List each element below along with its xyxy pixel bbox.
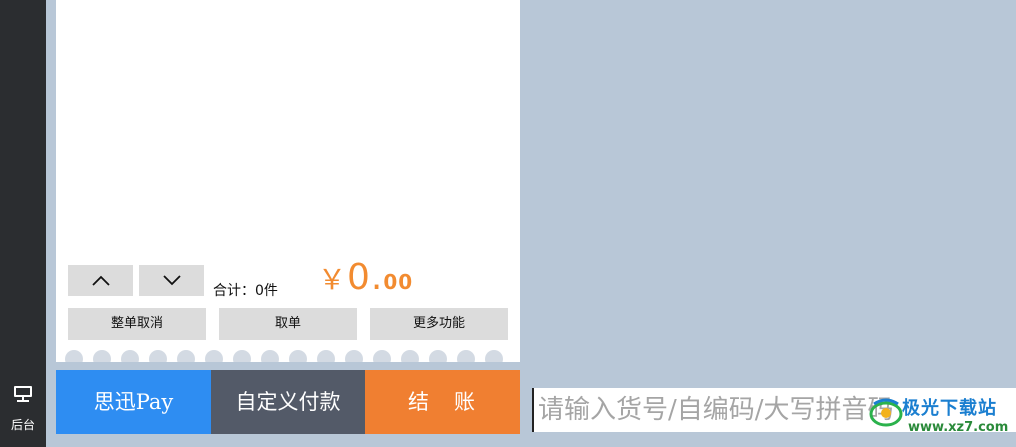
scroll-up-button[interactable] <box>68 265 133 296</box>
total-amount: ￥0.00 <box>318 257 413 298</box>
amount-cents: 00 <box>383 270 414 294</box>
total-count: 合计：0件 <box>213 283 278 299</box>
chevron-up-icon <box>92 275 110 286</box>
monitor-icon <box>14 386 32 402</box>
chevron-down-icon <box>163 275 181 286</box>
clear-order-button[interactable]: 整单取消 <box>68 308 206 340</box>
retrieve-order-button[interactable]: 取单 <box>219 308 357 340</box>
backend-button[interactable]: 后台 <box>0 378 46 440</box>
amount-main: 0. <box>347 257 384 298</box>
watermark-logo-icon <box>869 398 903 427</box>
watermark: 极光下载站 www.xz7.com <box>868 390 1014 442</box>
watermark-name: 极光下载站 <box>902 398 997 419</box>
watermark-url: www.xz7.com <box>908 420 1009 435</box>
backend-label: 后台 <box>10 418 35 432</box>
checkout-button[interactable]: 结 账 <box>365 370 520 434</box>
bottom-strip <box>46 434 520 447</box>
custom-payment-button[interactable]: 自定义付款 <box>211 370 365 434</box>
more-functions-button[interactable]: 更多功能 <box>370 308 508 340</box>
sidebar: 后台 <box>0 0 46 447</box>
xunpay-button[interactable]: 思迅Pay <box>56 370 211 434</box>
cart-panel: 合计：0件 ￥0.00 整单取消 取单 更多功能 <box>56 0 520 362</box>
receipt-edge <box>56 348 520 370</box>
scroll-down-button[interactable] <box>139 265 204 296</box>
currency-symbol: ￥ <box>318 263 348 296</box>
